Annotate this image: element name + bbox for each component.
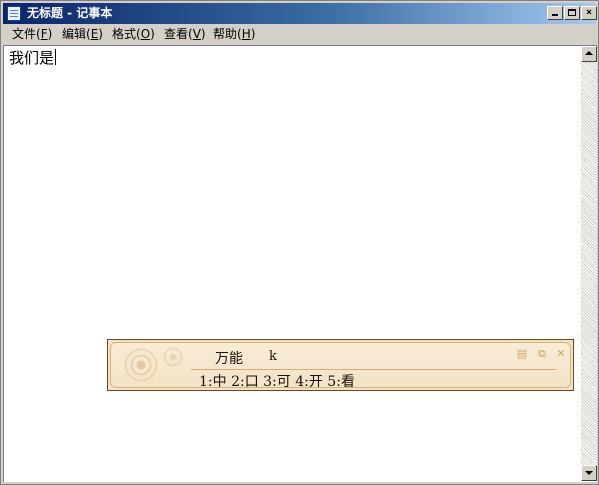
minimize-button[interactable]	[547, 6, 563, 20]
editor-content[interactable]: 我们是	[9, 49, 57, 67]
window-title: 无标题 - 记事本	[27, 6, 113, 20]
ime-candidate-window[interactable]: 万能 k 1:中 2:口 3:可 4:开 5:看 ▤ ⧉ ✕	[107, 339, 574, 391]
menu-edit[interactable]: 编辑(E)	[62, 25, 103, 44]
ime-name: 万能	[215, 351, 243, 367]
vertical-scrollbar[interactable]	[581, 46, 597, 481]
menu-format[interactable]: 格式(O)	[112, 25, 155, 44]
copy-icon[interactable]: ⧉	[536, 348, 548, 360]
text-editor[interactable]: 我们是	[3, 45, 597, 482]
ime-decoration	[111, 343, 193, 387]
menu-view[interactable]: 查看(V)	[164, 25, 206, 44]
scroll-up-button[interactable]	[581, 46, 597, 62]
ime-divider	[191, 369, 556, 370]
title-bar[interactable]: 无标题 - 记事本 ×	[3, 3, 597, 24]
ime-panel: 万能 k 1:中 2:口 3:可 4:开 5:看 ▤ ⧉ ✕	[110, 342, 571, 388]
page-icon[interactable]: ▤	[516, 348, 528, 360]
ime-candidates[interactable]: 1:中 2:口 3:可 4:开 5:看	[199, 371, 355, 387]
close-button[interactable]: ×	[581, 6, 597, 20]
menu-help[interactable]: 帮助(H)	[213, 25, 255, 44]
scroll-down-button[interactable]	[581, 465, 597, 481]
text-caret	[55, 49, 57, 65]
menu-file[interactable]: 文件(F)	[12, 25, 52, 44]
notepad-window: 无标题 - 记事本 × 文件(F) 编辑(E) 格式(O) 查看(V) 帮助(H…	[0, 0, 599, 485]
close-icon[interactable]: ✕	[555, 348, 567, 360]
maximize-button[interactable]	[564, 6, 580, 20]
notepad-app-icon[interactable]	[7, 6, 21, 21]
menu-bar: 文件(F) 编辑(E) 格式(O) 查看(V) 帮助(H)	[3, 25, 596, 44]
ime-composition: k	[269, 349, 277, 364]
